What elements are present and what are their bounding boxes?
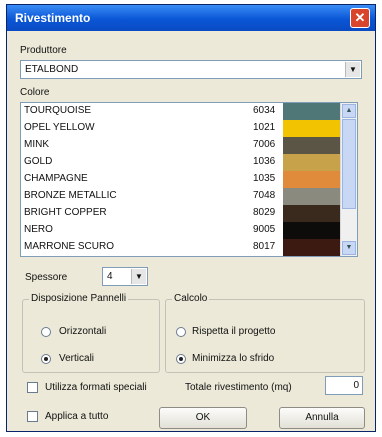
- list-item[interactable]: GOLD 1036: [21, 154, 341, 171]
- annulla-button[interactable]: Annulla: [279, 407, 365, 429]
- list-item[interactable]: NERO 9005: [21, 222, 341, 239]
- color-code: 8017: [253, 241, 276, 252]
- rispetta-label: Rispetta il progetto: [192, 326, 276, 337]
- calcolo-title: Calcolo: [172, 293, 210, 304]
- color-name: BRONZE METALLIC: [24, 190, 117, 201]
- color-code: 1036: [253, 156, 276, 167]
- color-code: 6034: [253, 105, 276, 116]
- utilizza-checkbox[interactable]: [27, 382, 38, 393]
- ok-button[interactable]: OK: [159, 407, 247, 429]
- calcolo-group: Calcolo Rispetta il progetto Minimizza l…: [165, 293, 365, 373]
- color-name: NERO: [24, 224, 53, 235]
- color-swatch: [283, 120, 341, 137]
- color-swatch: [283, 171, 341, 188]
- window-title: Rivestimento: [15, 11, 91, 25]
- color-swatch: [283, 154, 341, 171]
- list-item[interactable]: BRIGHT COPPER 8029: [21, 205, 341, 222]
- color-swatch: [283, 239, 341, 256]
- produttore-value: ETALBOND: [25, 64, 79, 75]
- color-name: MINK: [24, 139, 49, 150]
- spessore-value: 4: [107, 271, 113, 282]
- applica-label: Applica a tutto: [45, 411, 109, 422]
- color-name: TOURQUOISE: [24, 105, 92, 116]
- color-code: 8029: [253, 207, 276, 218]
- list-item[interactable]: MINK 7006: [21, 137, 341, 154]
- produttore-label: Produttore: [20, 45, 67, 56]
- list-item[interactable]: BRONZE METALLIC 7048: [21, 188, 341, 205]
- verticali-label: Verticali: [59, 353, 95, 364]
- list-item[interactable]: OPEL YELLOW 1021: [21, 120, 341, 137]
- color-name: MARRONE SCURO: [24, 241, 115, 252]
- disposizione-group: Disposizione Pannelli Orizzontali Vertic…: [22, 293, 160, 373]
- color-swatch: [283, 188, 341, 205]
- close-icon[interactable]: ✕: [350, 8, 370, 28]
- color-name: BRIGHT COPPER: [24, 207, 107, 218]
- minimizza-radio[interactable]: [176, 354, 186, 364]
- color-code: 1035: [253, 173, 276, 184]
- utilizza-label: Utilizza formati speciali: [45, 382, 147, 393]
- rispetta-radio[interactable]: [176, 327, 186, 337]
- list-item[interactable]: CHAMPAGNE 1035: [21, 171, 341, 188]
- color-name: GOLD: [24, 156, 53, 167]
- applica-checkbox[interactable]: [27, 411, 38, 422]
- spessore-select[interactable]: 4 ▼: [102, 267, 148, 286]
- color-code: 9005: [253, 224, 276, 235]
- scroll-thumb[interactable]: [342, 119, 356, 209]
- title-bar[interactable]: Rivestimento ✕: [7, 5, 375, 31]
- scroll-down-icon[interactable]: ▼: [342, 241, 356, 255]
- dialog-window: Rivestimento ✕ Produttore ETALBOND ▼ Col…: [6, 4, 376, 432]
- minimizza-label: Minimizza lo sfrido: [192, 353, 275, 364]
- color-name: CHAMPAGNE: [24, 173, 88, 184]
- orizzontali-label: Orizzontali: [59, 326, 107, 337]
- list-item[interactable]: TOURQUOISE 6034: [21, 103, 341, 120]
- color-name: OPEL YELLOW: [24, 122, 95, 133]
- orizzontali-radio[interactable]: [41, 327, 51, 337]
- color-swatch: [283, 103, 341, 120]
- color-code: 7048: [253, 190, 276, 201]
- color-swatch: [283, 137, 341, 154]
- colore-label: Colore: [20, 87, 50, 98]
- spessore-label: Spessore: [25, 272, 68, 283]
- chevron-down-icon[interactable]: ▼: [131, 269, 146, 284]
- color-code: 7006: [253, 139, 276, 150]
- chevron-down-icon[interactable]: ▼: [345, 62, 360, 77]
- totale-field[interactable]: 0: [325, 376, 363, 395]
- list-item[interactable]: MARRONE SCURO 8017: [21, 239, 341, 256]
- colore-list[interactable]: TOURQUOISE 6034 OPEL YELLOW 1021 MINK 70…: [20, 102, 358, 257]
- list-scrollbar[interactable]: ▲ ▼: [340, 103, 357, 256]
- scroll-up-icon[interactable]: ▲: [342, 104, 356, 118]
- totale-label: Totale rivestimento (mq): [185, 382, 292, 393]
- color-swatch: [283, 222, 341, 239]
- disposizione-title: Disposizione Pannelli: [29, 293, 129, 304]
- color-code: 1021: [253, 122, 276, 133]
- verticali-radio[interactable]: [41, 354, 51, 364]
- color-swatch: [283, 205, 341, 222]
- produttore-select[interactable]: ETALBOND ▼: [20, 60, 362, 79]
